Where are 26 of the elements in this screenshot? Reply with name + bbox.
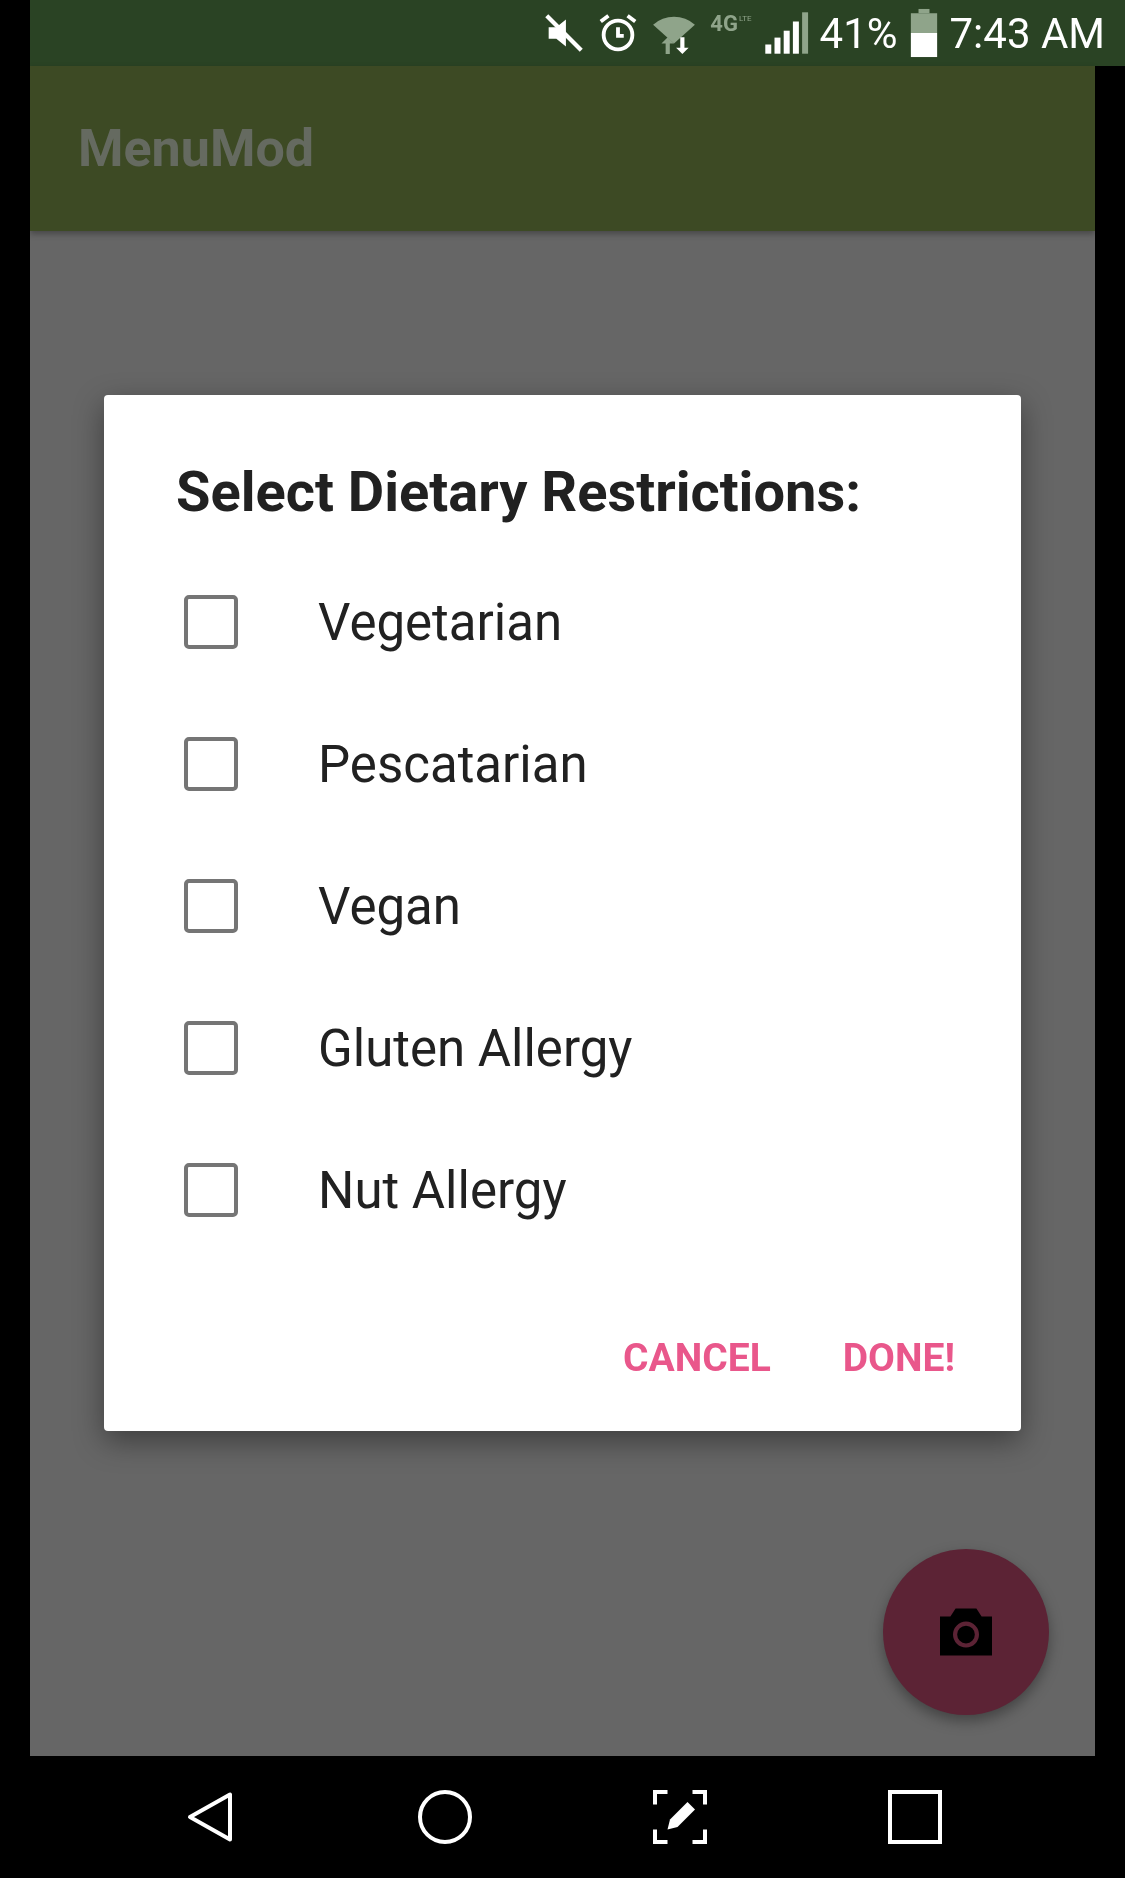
pencil-icon[interactable] — [650, 1787, 710, 1847]
checkbox-row[interactable]: Pescatarian — [176, 693, 951, 835]
checkbox[interactable] — [184, 1163, 238, 1217]
dialog-title: Select Dietary Restrictions: — [176, 459, 862, 525]
home-icon[interactable] — [415, 1787, 475, 1847]
battery-icon — [909, 8, 938, 58]
option-label: Vegetarian — [318, 592, 563, 652]
option-label: Nut Allergy — [318, 1160, 567, 1220]
checkbox-row[interactable]: Vegan — [176, 835, 951, 977]
option-label: Pescatarian — [318, 734, 588, 794]
checkbox[interactable] — [184, 879, 238, 933]
network-sublabel: LTE — [738, 15, 752, 23]
square-icon[interactable] — [885, 1787, 945, 1847]
checkbox-row[interactable]: Gluten Allergy — [176, 977, 951, 1119]
clock: 7:43 AM — [949, 8, 1105, 58]
option-label: Vegan — [318, 876, 461, 936]
network-label: 4G — [710, 13, 738, 35]
checkbox[interactable] — [184, 1021, 238, 1075]
checkbox-row[interactable]: Nut Allergy — [176, 1119, 951, 1261]
checkbox[interactable] — [184, 595, 238, 649]
app-title: MenuMod — [78, 118, 315, 179]
signal-icon — [762, 10, 809, 56]
checkbox[interactable] — [184, 737, 238, 791]
battery-percent: 41% — [819, 8, 898, 58]
option-label: Gluten Allergy — [318, 1018, 633, 1078]
checkbox-row[interactable]: Vegetarian — [176, 551, 951, 693]
